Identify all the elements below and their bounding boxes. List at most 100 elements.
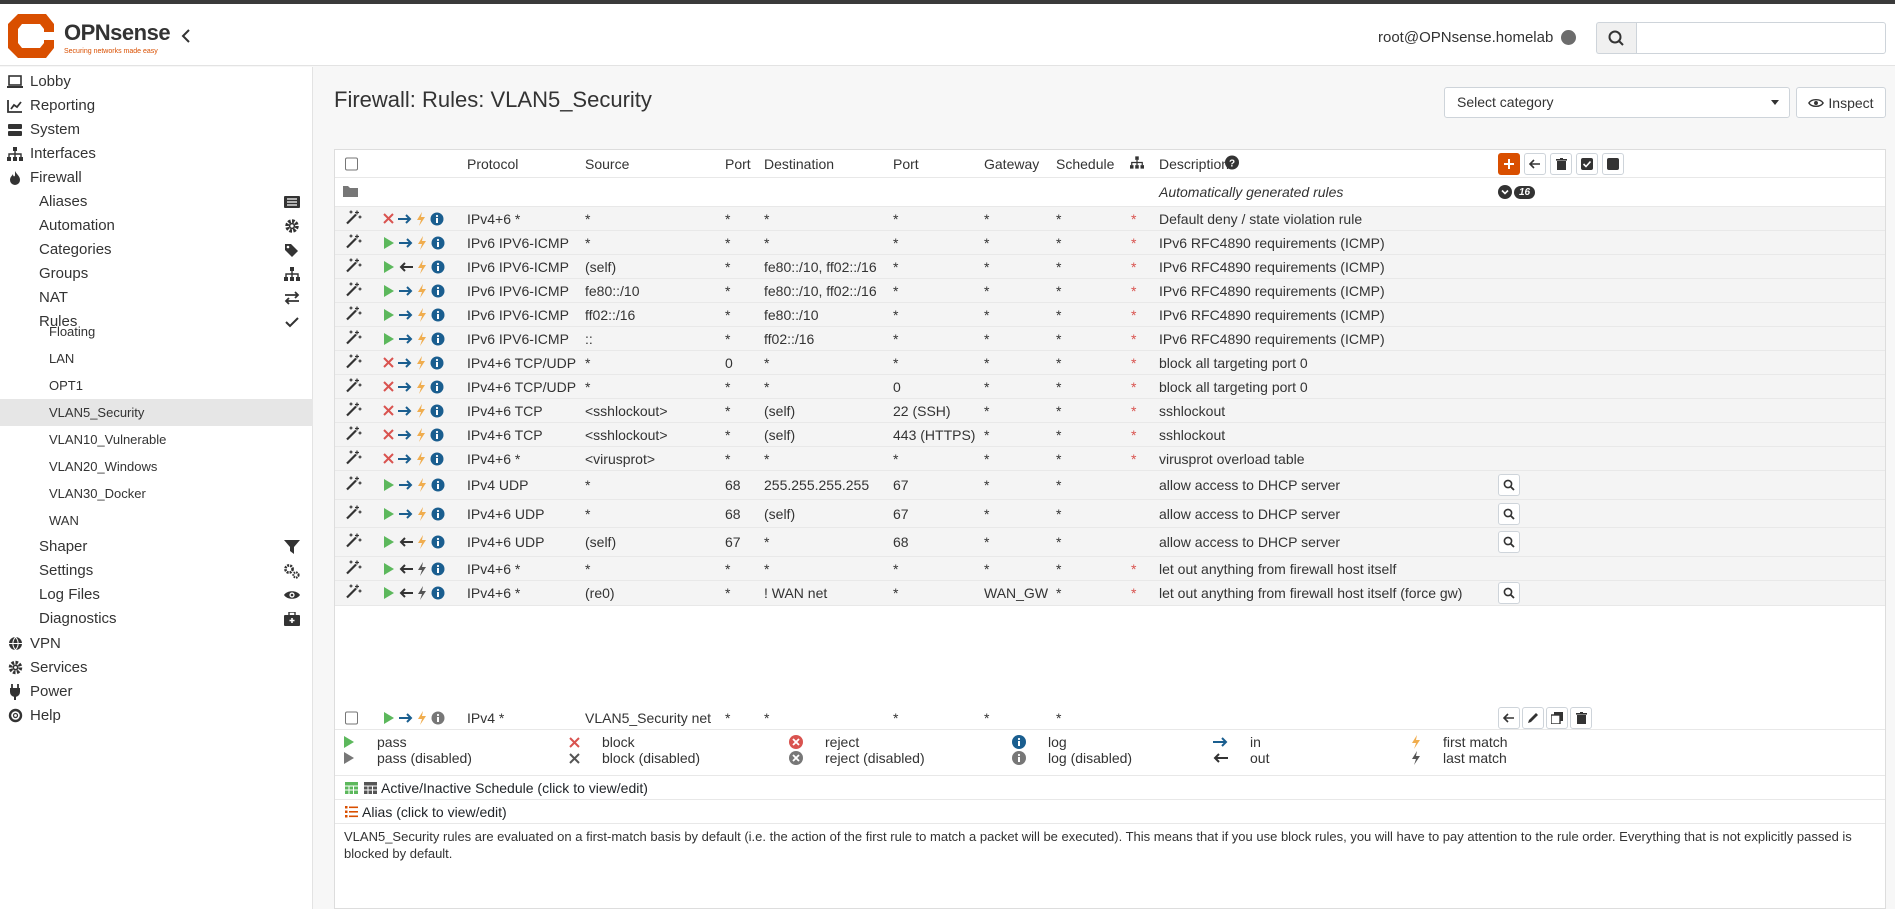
table-row[interactable]: IPv4+6 * <virusprot> * * * * * * virusprot overl… [335, 447, 1885, 471]
clone-button[interactable] [1546, 706, 1568, 729]
log-icon[interactable] [431, 507, 445, 521]
log-icon[interactable] [430, 380, 444, 394]
enable-selected-button[interactable] [1576, 152, 1598, 175]
table-row[interactable]: IPv6 IPV6-ICMP fe80::/10 * fe80::/10, ff02:… [335, 279, 1885, 303]
sidebar-item-rules-vlan30[interactable]: VLAN30_Docker [0, 480, 313, 507]
sidebar-item-rules-floating[interactable]: Floating [0, 318, 313, 345]
log-icon[interactable] [430, 212, 444, 226]
log-icon[interactable] [431, 562, 445, 576]
log-icon[interactable] [431, 236, 445, 250]
header-destination-port[interactable]: Port [893, 156, 919, 172]
log-icon[interactable] [431, 308, 445, 322]
out-arrow-icon [399, 261, 413, 272]
search-input[interactable] [1636, 22, 1886, 54]
edit-button[interactable] [1522, 706, 1544, 729]
status-indicator-icon[interactable] [1561, 30, 1576, 45]
header-destination[interactable]: Destination [764, 156, 834, 172]
log-icon[interactable] [430, 428, 444, 442]
pass-icon[interactable] [383, 587, 395, 599]
header-gateway[interactable]: Gateway [984, 156, 1039, 172]
auto-rules-toggle[interactable]: 16 [1498, 185, 1536, 199]
log-icon[interactable] [430, 404, 444, 418]
sidebar-item-rules-lan[interactable]: LAN [0, 345, 313, 372]
select-all-checkbox[interactable] [345, 157, 358, 170]
pass-icon[interactable] [383, 562, 395, 575]
search-icon[interactable] [1498, 582, 1520, 604]
search-icon[interactable] [1498, 474, 1520, 496]
header-protocol[interactable]: Protocol [467, 156, 518, 172]
auto-rules-group-row[interactable]: Automatically generated rules 16 [335, 178, 1885, 207]
sidebar-item-rules-vlan20[interactable]: VLAN20_Windows [0, 453, 313, 480]
pass-icon[interactable] [383, 711, 395, 724]
header-schedule[interactable]: Schedule [1056, 156, 1114, 172]
block-icon[interactable] [383, 453, 394, 464]
sidebar-item-help[interactable]: Help [0, 701, 313, 730]
block-icon[interactable] [383, 429, 394, 440]
pass-icon[interactable] [383, 284, 395, 297]
log-icon[interactable] [430, 452, 444, 466]
pass-icon[interactable] [383, 479, 395, 491]
header-source[interactable]: Source [585, 156, 629, 172]
pass-icon[interactable] [383, 236, 395, 249]
log-icon[interactable] [431, 284, 445, 298]
table-row[interactable]: IPv4+6 UDP (self) 67 * 68 * * allow access to D… [335, 528, 1885, 557]
table-row[interactable]: IPv4+6 * * * * * * * * Default deny / state viol… [335, 207, 1885, 231]
search-icon[interactable] [1498, 531, 1520, 553]
sidebar-item-rules-wan[interactable]: WAN [0, 507, 313, 534]
pass-icon[interactable] [383, 536, 395, 548]
sidebar-item-rules-opt1[interactable]: OPT1 [0, 372, 313, 399]
log-icon[interactable] [431, 332, 445, 346]
pass-icon[interactable] [383, 507, 395, 520]
table-row[interactable]: IPv6 IPV6-ICMP (self) * fe80::/10, ff02::/1… [335, 255, 1885, 279]
move-selected-button[interactable] [1524, 152, 1546, 175]
log-icon[interactable] [431, 478, 445, 492]
add-rule-button[interactable] [1498, 152, 1520, 175]
search-icon[interactable] [1596, 22, 1636, 54]
table-row[interactable]: IPv4+6 TCP/UDP * 0 * * * * * block all targeting… [335, 351, 1885, 375]
log-disabled-icon [1012, 751, 1026, 765]
help-icon[interactable]: ? [1225, 155, 1239, 172]
legend-log-disabled: log (disabled) [1012, 750, 1132, 766]
table-row[interactable]: IPv4+6 TCP/UDP * * * 0 * * * block all targeting… [335, 375, 1885, 399]
log-icon[interactable] [431, 586, 445, 600]
table-row[interactable]: IPv4+6 TCP <sshlockout> * (self) 22 (SSH) * * *… [335, 399, 1885, 423]
row-checkbox[interactable] [345, 711, 358, 724]
move-before-button[interactable] [1498, 706, 1520, 729]
pass-icon[interactable] [383, 332, 395, 345]
table-row[interactable]: IPv4 UDP * 68 255.255.255.255 67 * * allow acce… [335, 471, 1885, 500]
log-icon[interactable] [431, 260, 445, 274]
table-row[interactable]: IPv6 IPV6-ICMP ff02::/16 * fe80::/10 * * * * IPv… [335, 303, 1885, 327]
legend-label: log [1048, 734, 1067, 750]
block-icon[interactable] [383, 357, 394, 368]
header-description[interactable]: Description [1159, 156, 1229, 172]
user-menu[interactable]: root@OPNsense.homelab [1378, 29, 1553, 46]
search-icon[interactable] [1498, 502, 1520, 525]
log-icon[interactable] [431, 535, 445, 549]
log-disabled-icon[interactable] [431, 711, 445, 725]
inspect-button[interactable]: Inspect [1796, 87, 1886, 118]
block-icon[interactable] [383, 213, 394, 224]
delete-selected-button[interactable] [1550, 152, 1572, 175]
first-match-icon [416, 451, 426, 466]
pass-icon[interactable] [383, 260, 395, 273]
sidebar-item-rules-vlan5[interactable]: VLAN5_Security [0, 399, 313, 426]
category-select[interactable]: Select category [1444, 87, 1790, 118]
sidebar-item-rules-vlan10[interactable]: VLAN10_Vulnerable [0, 426, 313, 453]
table-row[interactable]: IPv6 IPV6-ICMP:: * ff02::/16 * * * * IPv6 RFC48… [335, 327, 1885, 351]
block-icon[interactable] [383, 405, 394, 416]
collapse-sidebar-icon[interactable] [180, 26, 196, 46]
table-row[interactable]: IPv4+6 TCP <sshlockout> * (self) 443 (HTTPS)… [335, 423, 1885, 447]
table-row[interactable]: IPv4 * VLAN5_Security net * * * * * [335, 706, 1885, 730]
table-row[interactable]: IPv4+6 * * * * * * * * let out anything from fir… [335, 557, 1885, 581]
log-icon[interactable] [430, 356, 444, 370]
block-icon[interactable] [383, 381, 394, 392]
table-row[interactable]: IPv6 IPV6-ICMP * * * * * * * IPv6 RFC4890 requir… [335, 231, 1885, 255]
opnsense-logo[interactable]: OPNsense Securing networks made easy [6, 12, 186, 60]
disable-selected-button[interactable] [1602, 152, 1624, 175]
header-source-port[interactable]: Port [725, 156, 751, 172]
delete-button[interactable] [1570, 706, 1592, 729]
table-row[interactable]: IPv4+6 UDP * 68 (self) 67 * * allow access to D… [335, 500, 1885, 528]
pass-icon[interactable] [383, 308, 395, 321]
table-row[interactable]: IPv4+6 * (re0) * ! WAN net * WAN_GW * * let out … [335, 581, 1885, 606]
rule-sched: * [1056, 354, 1062, 371]
